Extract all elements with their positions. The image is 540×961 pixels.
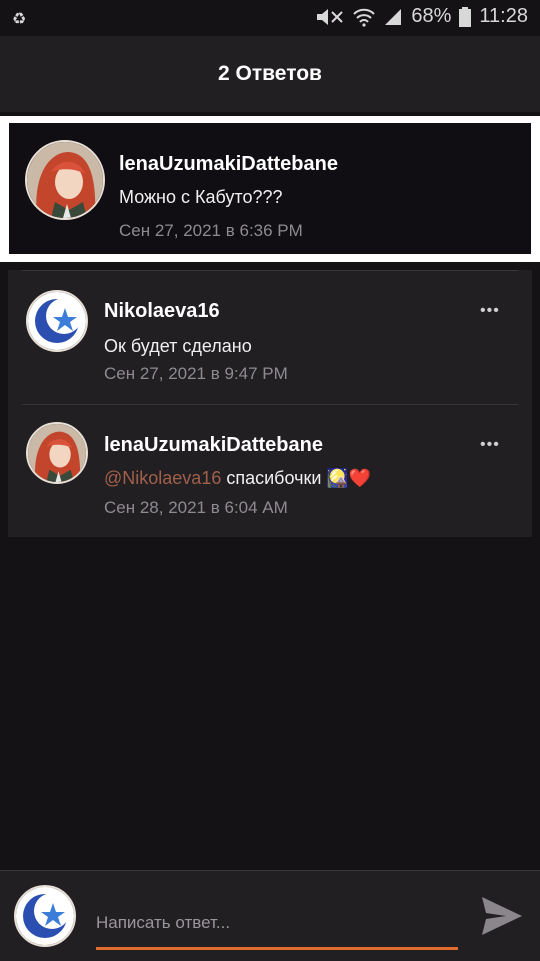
parent-comment[interactable]: lenaUzumakiDattebane Можно с Кабуто??? С… (9, 123, 531, 254)
avatar[interactable] (14, 885, 76, 947)
reply-input[interactable] (96, 905, 458, 950)
page-title: 2 Ответов (218, 62, 322, 85)
replies-header: 2 Ответов (0, 36, 540, 112)
clock: 11:28 (479, 5, 528, 27)
reply-timestamp: Сен 28, 2021 в 6:04 AM (104, 498, 288, 517)
reply-text: @Nikolaeva16 спасибочки 🎑❤️ (104, 468, 371, 489)
reply-composer (0, 870, 540, 961)
moon-star-avatar-icon (28, 292, 86, 350)
divider (22, 270, 518, 271)
recycle-icon: ♻ (12, 11, 27, 28)
avatar[interactable] (26, 422, 88, 484)
parent-comment-highlight: lenaUzumakiDattebane Можно с Кабуто??? С… (0, 116, 540, 262)
mute-icon (317, 8, 344, 25)
replies-list: Nikolaeva16 Ок будет сделано Сен 27, 202… (8, 270, 532, 537)
comment-author[interactable]: lenaUzumakiDattebane (119, 153, 338, 176)
comment-timestamp: Сен 27, 2021 в 6:36 PM (119, 221, 303, 240)
battery-percent: 68% (411, 5, 452, 27)
reply-text-body: спасибочки 🎑❤️ (221, 468, 372, 488)
reply-timestamp: Сен 27, 2021 в 9:47 PM (104, 364, 288, 383)
anime-girl-avatar-icon (28, 424, 86, 482)
wifi-icon (353, 8, 376, 27)
more-options-icon[interactable]: ••• (480, 436, 500, 454)
reply-text: Ок будет сделано (104, 336, 252, 356)
avatar[interactable] (26, 290, 88, 352)
send-icon[interactable] (478, 893, 526, 939)
comment-text: Можно с Кабуто??? (119, 187, 283, 207)
avatar[interactable] (25, 140, 105, 220)
mention-link[interactable]: @Nikolaeva16 (104, 468, 221, 488)
reply-author[interactable]: lenaUzumakiDattebane (104, 434, 323, 457)
divider (22, 404, 518, 405)
signal-icon (385, 8, 402, 25)
reply-author[interactable]: Nikolaeva16 (104, 300, 220, 323)
more-options-icon[interactable]: ••• (480, 302, 500, 320)
status-bar: ♻ 68% 11:28 (0, 0, 540, 36)
anime-girl-avatar-icon (27, 142, 103, 218)
moon-star-avatar-icon (16, 887, 74, 945)
battery-icon (459, 6, 472, 27)
